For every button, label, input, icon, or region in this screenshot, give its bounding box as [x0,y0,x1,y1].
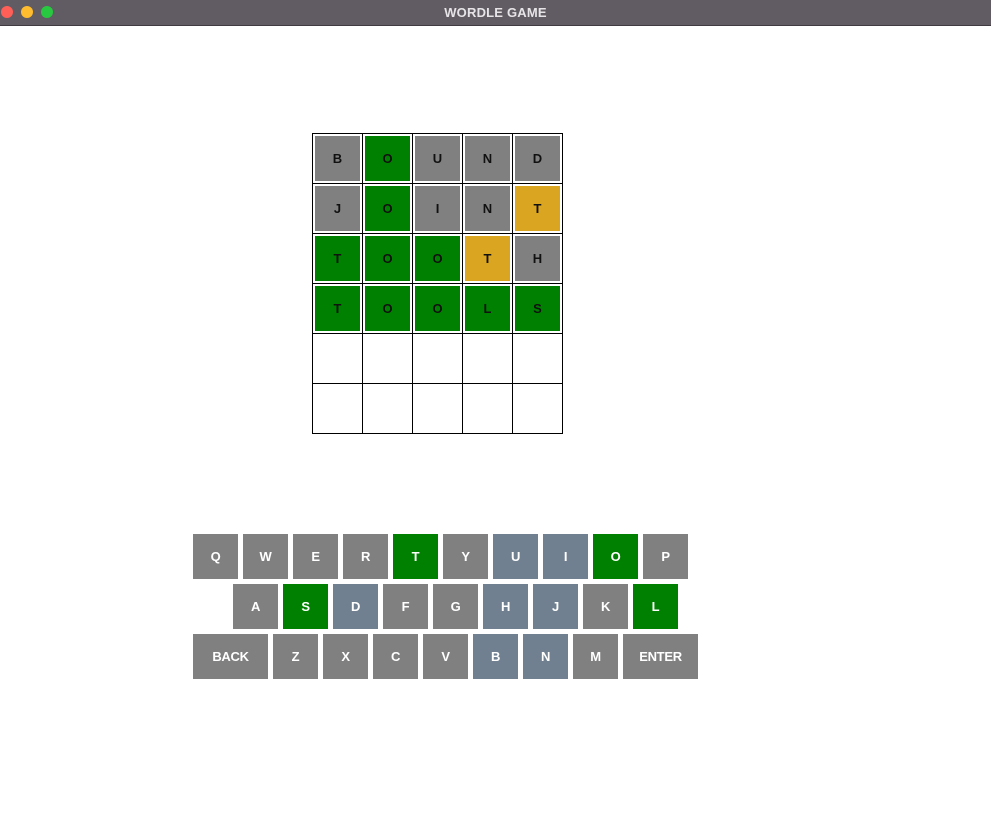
tile-letter: O [382,301,393,316]
guess-board: B O U N D J O I N T T O O T H T O O L S [312,133,564,435]
key-o[interactable]: O [593,534,638,579]
key-c[interactable]: C [373,634,418,679]
key-n[interactable]: N [523,634,568,679]
board-tile: O [362,233,413,284]
key-z[interactable]: Z [273,634,318,679]
tile-letter: U [432,151,443,166]
key-enter[interactable]: ENTER [623,634,698,679]
tile-letter: T [483,251,492,266]
board-tile [312,333,363,384]
tile-letter: N [482,151,493,166]
tile-letter: J [333,201,342,216]
tile-letter: O [382,251,393,266]
key-h[interactable]: H [483,584,528,629]
tile-letter: O [382,151,393,166]
board-tile: O [362,133,413,184]
key-d[interactable]: D [333,584,378,629]
key-f[interactable]: F [383,584,428,629]
board-tile: D [512,133,563,184]
board-tile: O [412,233,463,284]
key-g[interactable]: G [433,584,478,629]
tile-letter: O [382,201,393,216]
board-tile: O [362,183,413,234]
board-tile [412,333,463,384]
board-tile: O [412,283,463,334]
tile-letter: T [533,201,542,216]
tile-letter: S [533,301,542,316]
tile-letter: I [435,201,440,216]
board-tile: O [362,283,413,334]
key-p[interactable]: P [643,534,688,579]
board-tile: S [512,283,563,334]
key-q[interactable]: Q [193,534,238,579]
title-bar: WORDLE GAME [0,0,991,26]
board-tile [512,333,563,384]
key-u[interactable]: U [493,534,538,579]
tile-letter: O [432,251,443,266]
key-j[interactable]: J [533,584,578,629]
board-tile: U [412,133,463,184]
key-k[interactable]: K [583,584,628,629]
board-tile: T [312,283,363,334]
tile-letter: L [483,301,492,316]
board-tile: L [462,283,513,334]
board-tile: N [462,183,513,234]
tile-letter: T [333,251,342,266]
key-y[interactable]: Y [443,534,488,579]
tile-letter: T [333,301,342,316]
key-s[interactable]: S [283,584,328,629]
key-back[interactable]: BACK [193,634,268,679]
key-v[interactable]: V [423,634,468,679]
board-tile [412,383,463,434]
key-m[interactable]: M [573,634,618,679]
board-tile [312,383,363,434]
board-tile [362,383,413,434]
key-w[interactable]: W [243,534,288,579]
key-b[interactable]: B [473,634,518,679]
board-tile: B [312,133,363,184]
tile-letter: H [532,251,543,266]
tile-letter: O [432,301,443,316]
board-tile: T [312,233,363,284]
board-tile: T [512,183,563,234]
key-l[interactable]: L [633,584,678,629]
board-tile [512,383,563,434]
key-i[interactable]: I [543,534,588,579]
key-x[interactable]: X [323,634,368,679]
key-e[interactable]: E [293,534,338,579]
tile-letter: B [332,151,343,166]
board-tile: J [312,183,363,234]
board-tile: N [462,133,513,184]
board-tile: T [462,233,513,284]
board-tile [462,333,513,384]
tile-letter: D [532,151,543,166]
board-tile: I [412,183,463,234]
key-r[interactable]: R [343,534,388,579]
window-title: WORDLE GAME [444,5,547,20]
board-tile [462,383,513,434]
key-a[interactable]: A [233,584,278,629]
key-t[interactable]: T [393,534,438,579]
tile-letter: N [482,201,493,216]
board-tile [362,333,413,384]
board-tile: H [512,233,563,284]
